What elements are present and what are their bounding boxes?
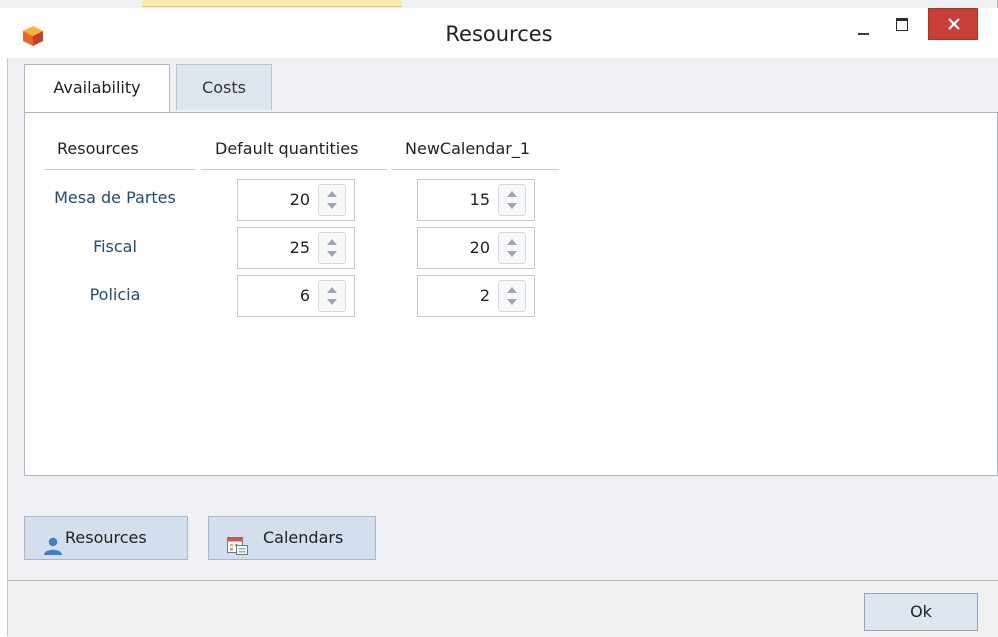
- tab-availability[interactable]: Availability: [24, 64, 170, 112]
- stepper-arrows[interactable]: [318, 184, 346, 216]
- stepper-down-icon[interactable]: [507, 251, 517, 257]
- row-label-mesa-de-partes: Mesa de Partes: [54, 188, 176, 207]
- resources-button-label: Resources: [65, 528, 147, 547]
- minimize-icon: [858, 33, 869, 35]
- stepper-value[interactable]: 20: [290, 190, 310, 209]
- calendars-button[interactable]: Calendars: [208, 516, 376, 560]
- maximize-button[interactable]: [886, 8, 920, 40]
- calendar-quantity-stepper[interactable]: 15: [417, 179, 535, 221]
- default-quantity-stepper[interactable]: 20: [237, 179, 355, 221]
- column-header-calendar: NewCalendar_1: [405, 139, 531, 158]
- calendars-button-label: Calendars: [263, 528, 344, 547]
- stepper-down-icon[interactable]: [507, 203, 517, 209]
- stepper-value[interactable]: 25: [290, 238, 310, 257]
- maximize-icon: [896, 18, 908, 31]
- default-quantity-stepper[interactable]: 6: [237, 275, 355, 317]
- resources-button[interactable]: Resources: [24, 516, 188, 560]
- stepper-up-icon[interactable]: [327, 191, 337, 197]
- tab-strip: Availability Costs: [22, 64, 998, 112]
- stepper-up-icon[interactable]: [507, 239, 517, 245]
- close-icon: [948, 18, 960, 30]
- minimize-button[interactable]: [850, 8, 880, 40]
- stepper-up-icon[interactable]: [327, 287, 337, 293]
- ok-button[interactable]: Ok: [864, 593, 978, 631]
- stepper-down-icon[interactable]: [327, 203, 337, 209]
- tab-costs[interactable]: Costs: [176, 64, 272, 110]
- window-title: Resources: [445, 22, 553, 46]
- calendar-quantity-stepper[interactable]: 20: [417, 227, 535, 269]
- stepper-down-icon[interactable]: [507, 299, 517, 305]
- background-strip: [0, 0, 998, 8]
- header-underline: [391, 169, 559, 170]
- stepper-arrows[interactable]: [318, 280, 346, 312]
- calendar-quantity-stepper[interactable]: 2: [417, 275, 535, 317]
- stepper-arrows[interactable]: [498, 232, 526, 264]
- header-underline: [45, 169, 195, 170]
- stepper-up-icon[interactable]: [507, 191, 517, 197]
- stepper-arrows[interactable]: [498, 184, 526, 216]
- stepper-value[interactable]: 6: [300, 286, 310, 305]
- stepper-arrows[interactable]: [498, 280, 526, 312]
- column-header-default-quantities: Default quantities: [215, 139, 359, 158]
- user-icon: [43, 529, 63, 571]
- calendar-icon: [227, 529, 249, 571]
- row-label-fiscal: Fiscal: [93, 237, 137, 256]
- default-quantity-stepper[interactable]: 25: [237, 227, 355, 269]
- close-button[interactable]: [928, 8, 978, 40]
- background-tab-accent: [142, 0, 402, 7]
- window-left-border: [0, 58, 8, 636]
- stepper-up-icon[interactable]: [327, 239, 337, 245]
- header-underline: [201, 169, 387, 170]
- stepper-down-icon[interactable]: [327, 299, 337, 305]
- row-label-policia: Policia: [89, 285, 141, 304]
- stepper-down-icon[interactable]: [327, 251, 337, 257]
- availability-panel: Resources Default quantities NewCalendar…: [24, 112, 998, 476]
- dialog-content: Availability Costs Resources Default qua…: [8, 58, 998, 628]
- stepper-value[interactable]: 2: [480, 286, 490, 305]
- stepper-value[interactable]: 15: [470, 190, 490, 209]
- stepper-arrows[interactable]: [318, 232, 346, 264]
- dialog-footer: Ok: [8, 580, 998, 637]
- column-header-resources: Resources: [57, 139, 139, 158]
- stepper-value[interactable]: 20: [470, 238, 490, 257]
- stepper-up-icon[interactable]: [507, 287, 517, 293]
